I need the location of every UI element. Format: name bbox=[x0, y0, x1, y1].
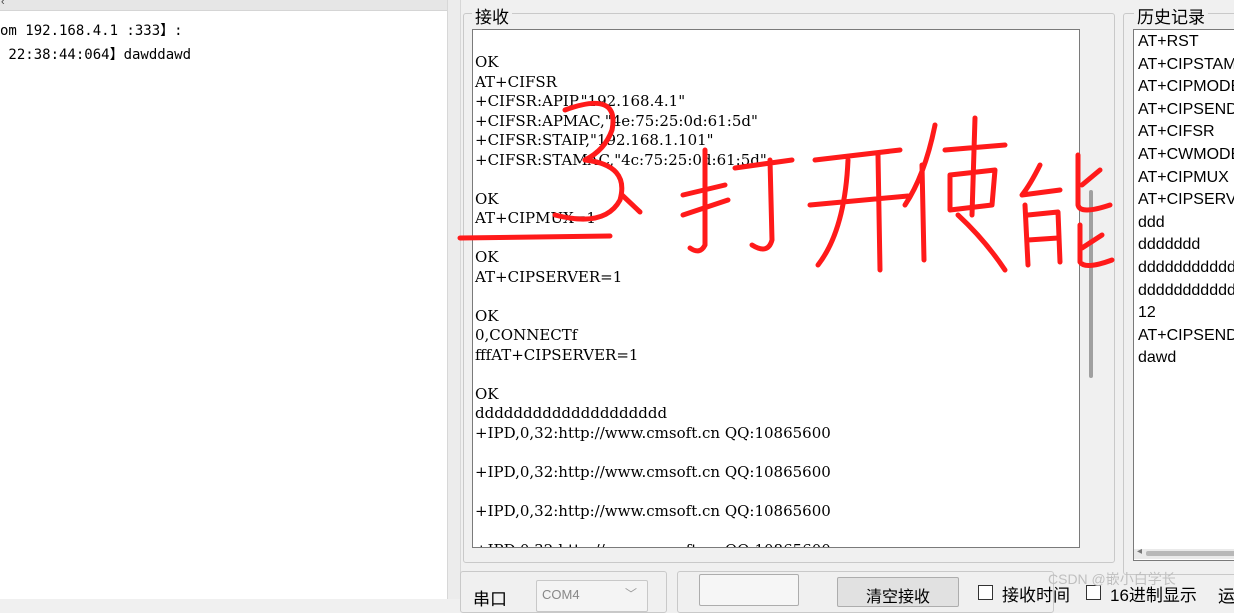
log-line: om 192.168.4.1 :333】: bbox=[0, 23, 183, 39]
receive-line: 0,CONNECTf bbox=[475, 326, 578, 344]
history-title: 历史记录 bbox=[1134, 3, 1208, 28]
history-item[interactable]: 12 bbox=[1138, 304, 1156, 322]
receive-line: OK bbox=[475, 53, 499, 71]
receive-line bbox=[475, 287, 831, 307]
receive-line: +IPD,0,32:http://www.cmsoft.cn QQ:108656… bbox=[475, 423, 831, 442]
checkbox-box[interactable] bbox=[978, 585, 993, 600]
history-item[interactable]: AT+CIPSTAMAC bbox=[1138, 56, 1234, 74]
receive-line bbox=[475, 170, 831, 190]
history-item[interactable]: AT+CIPMUX bbox=[1138, 169, 1229, 187]
clear-receive-button[interactable]: 清空接收 bbox=[837, 577, 959, 607]
partial-label: 运 bbox=[1218, 587, 1234, 606]
receive-line bbox=[475, 365, 831, 385]
receive-line: AT+CIPMUX=1 bbox=[475, 209, 596, 227]
history-item[interactable]: AT+CIPMODE bbox=[1138, 78, 1234, 96]
scroll-left-arrow-icon[interactable]: ‹ bbox=[1, 0, 5, 8]
receive-line: +CIFSR:APMAC,"4e:75:25:0d:61:5d" bbox=[475, 111, 758, 130]
history-list[interactable]: AT+RST AT+CIPSTAMAC AT+CIPMODE AT+CIPSEND AT… bbox=[1133, 29, 1234, 561]
history-item[interactable]: AT+CIFSR bbox=[1138, 123, 1215, 141]
receive-line bbox=[475, 229, 831, 249]
receive-line bbox=[475, 482, 831, 502]
history-item[interactable]: AT+CIPSEND bbox=[1138, 101, 1234, 119]
history-item[interactable]: AT+CIPSERVER bbox=[1138, 191, 1234, 209]
receive-line: OK bbox=[475, 189, 499, 208]
receive-textarea[interactable]: OK AT+CIFSR +CIFSR:APIP,"192.168.4.1" +CIFS… bbox=[472, 29, 1080, 548]
receive-line: +CIFSR:STAMAC,"4c:75:25:0d:61:5d" bbox=[475, 150, 767, 169]
history-item[interactable]: dawd bbox=[1138, 349, 1176, 367]
receive-line: +CIFSR:APIP,"192.168.4.1" bbox=[475, 92, 686, 110]
history-item[interactable]: AT+RST bbox=[1138, 33, 1199, 51]
history-item[interactable]: ddd bbox=[1138, 214, 1165, 232]
receive-line: AT+CIPSERVER=1 bbox=[475, 267, 623, 286]
receive-line: +IPD,0,32:http://www.cmsoft.cn QQ:108656… bbox=[475, 462, 831, 481]
watermark: CSDN @嵌小白学长 bbox=[1048, 571, 1176, 587]
chevron-down-icon: ﹀ bbox=[625, 587, 638, 601]
receive-scrollbar[interactable] bbox=[1089, 190, 1093, 378]
left-scrollbar[interactable]: ‹ bbox=[0, 0, 447, 11]
hscroll-thumb[interactable] bbox=[1146, 551, 1234, 556]
receive-line: AT+CIFSR bbox=[475, 72, 557, 91]
receive-line: OK bbox=[475, 248, 499, 266]
left-log-pane: ‹ om 192.168.4.1 :333】: 22:38:44:064】daw… bbox=[0, 0, 448, 599]
history-item[interactable]: ddddddd bbox=[1138, 236, 1200, 254]
scroll-left-arrow-icon[interactable]: ◂ bbox=[1137, 546, 1142, 557]
port-value: COM4 bbox=[542, 587, 580, 602]
pane-splitter[interactable] bbox=[447, 0, 461, 599]
receive-title: 接收 bbox=[472, 3, 512, 28]
clear-receive-label: 清空接收 bbox=[865, 589, 930, 606]
history-item[interactable]: AT+CWMODE bbox=[1138, 146, 1234, 164]
history-hscrollbar[interactable]: ◂ bbox=[1134, 546, 1234, 559]
port-select[interactable]: COM4 ﹀ bbox=[536, 580, 648, 612]
history-item[interactable]: AT+CIPSEND bbox=[1138, 327, 1234, 345]
receive-line: dddddddddddddddddddd bbox=[475, 404, 668, 422]
receive-line: OK bbox=[475, 384, 499, 403]
unlabeled-button[interactable] bbox=[699, 574, 799, 606]
receive-line bbox=[475, 521, 831, 541]
receive-line bbox=[475, 443, 831, 463]
history-item[interactable]: dddddddddddd bbox=[1138, 259, 1234, 277]
receive-line: OK bbox=[475, 306, 499, 325]
receive-line: +CIFSR:STAIP,"192.168.1.101" bbox=[475, 131, 714, 149]
log-line: 22:38:44:064】dawddawd bbox=[0, 47, 192, 63]
port-label: 串口 bbox=[473, 590, 507, 609]
receive-line: fffAT+CIPSERVER=1 bbox=[475, 345, 639, 364]
history-item[interactable]: dddddddddddd bbox=[1138, 282, 1234, 300]
receive-line: +IPD,0,32:http://www.cmsoft.cn QQ:108656… bbox=[475, 541, 831, 548]
receive-line: +IPD,0,32:http://www.cmsoft.cn QQ:108656… bbox=[475, 501, 831, 520]
